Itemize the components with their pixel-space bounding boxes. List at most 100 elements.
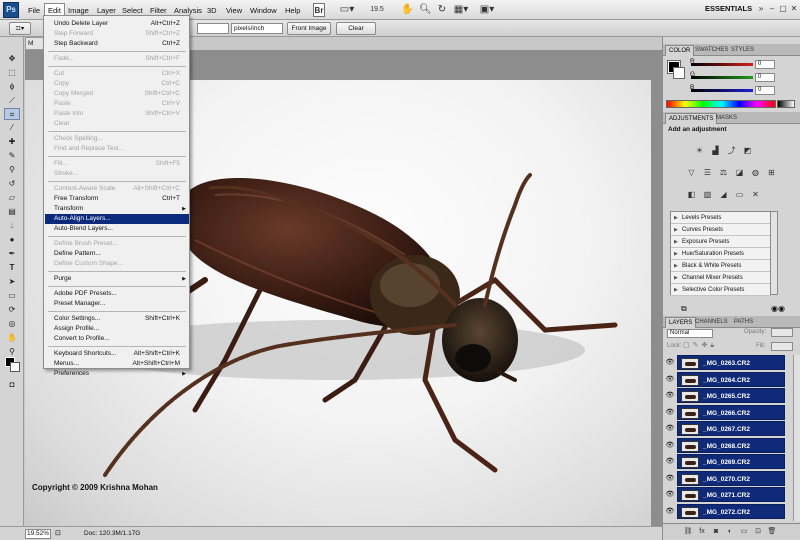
menu-item-find-and-replace-text[interactable]: Find and Replace Text... [45, 144, 189, 154]
layer-item[interactable]: _MG_0266.CR2 [677, 404, 785, 420]
front-image-button[interactable]: Front Image [287, 22, 331, 35]
menu-item-copy[interactable]: Copy Ctrl+C [45, 79, 189, 89]
preset-curves[interactable]: ▶ Curves Presets [671, 224, 771, 236]
menu-item-define-brush-preset[interactable]: Define Brush Preset... [45, 239, 189, 249]
resolution-field[interactable] [197, 23, 229, 34]
photo-filter-icon[interactable]: ◍ [749, 167, 762, 178]
clone-stamp-tool-icon[interactable]: ⚲ [4, 164, 20, 176]
lock-icons[interactable]: ▢✎✥🔒︎ [683, 341, 717, 350]
dodge-tool-icon[interactable]: ● [4, 234, 20, 246]
menu-item-auto-blend-layers[interactable]: Auto-Blend Layers... [45, 224, 189, 234]
opacity-field[interactable] [771, 328, 793, 337]
zoom-level[interactable]: 19.5 [368, 3, 386, 17]
brightness-contrast-icon[interactable]: ☀ [693, 145, 706, 156]
minimize-icon[interactable]: – [767, 3, 777, 15]
menu-item-auto-align-layers[interactable]: Auto-Align Layers... [45, 214, 189, 224]
lasso-tool-icon[interactable]: ϕ [4, 81, 20, 93]
menu-window[interactable]: Window [247, 4, 280, 17]
arrange-icon[interactable]: ▦▾ [452, 3, 470, 17]
tab-masks[interactable]: MASKS [713, 113, 740, 124]
menu-item-paste-into[interactable]: Paste Into Shift+Ctrl+V [45, 109, 189, 119]
gradient-tool-icon[interactable]: ▤ [4, 206, 20, 218]
mini-bridge-icon[interactable]: ▭▾ [337, 3, 357, 17]
background-color-swatch[interactable] [10, 362, 20, 372]
layer-item[interactable]: _MG_0271.CR2 [677, 487, 785, 502]
blend-mode-select[interactable]: Normal [667, 329, 713, 338]
tab-adjustments[interactable]: ADJUSTMENTS [665, 113, 718, 124]
layer-item[interactable]: _MG_0270.CR2 [677, 470, 785, 486]
levels-icon[interactable]: ▟ [709, 145, 722, 156]
visibility-eye-icon[interactable]: 👁︎ [665, 408, 675, 418]
menu-item-menus[interactable]: Menus... Alt+Shift+Ctrl+M [45, 359, 189, 369]
layer-item[interactable]: _MG_0265.CR2 [677, 388, 785, 403]
layer-item[interactable]: _MG_0272.CR2 [677, 503, 785, 519]
path-selection-tool-icon[interactable]: ➤ [4, 276, 20, 288]
menu-view[interactable]: View [223, 4, 245, 17]
tab-swatches[interactable]: SWATCHES [692, 45, 731, 56]
exposure-icon[interactable]: ◩ [741, 145, 754, 156]
menu-item-define-custom-shape[interactable]: Define Custom Shape... [45, 259, 189, 269]
layer-item[interactable]: _MG_0267.CR2 [677, 421, 785, 436]
color-spectrum-bar[interactable] [666, 100, 776, 108]
new-layer-icon[interactable]: ⊡ [753, 527, 763, 537]
layer-row[interactable]: 👁︎ _MG_0269.CR2 [663, 454, 800, 470]
zoom-icon[interactable]: 🔍︎ [419, 3, 432, 17]
black-white-icon[interactable]: ◪ [733, 167, 746, 178]
visibility-eye-icon[interactable]: 👁︎ [665, 358, 675, 368]
crop-tool-icon[interactable]: ⌗ [4, 108, 20, 120]
hand-icon[interactable]: ✋ [401, 3, 413, 17]
menu-item-preset-manager[interactable]: Preset Manager... [45, 299, 189, 309]
bridge-icon[interactable]: Br [313, 3, 325, 17]
layer-row[interactable]: 👁︎ _MG_0265.CR2 [663, 388, 800, 404]
posterize-icon[interactable]: ▨ [701, 189, 714, 200]
layer-row[interactable]: 👁︎ _MG_0271.CR2 [663, 487, 800, 503]
layer-row[interactable]: 👁︎ _MG_0268.CR2 [663, 437, 800, 454]
marquee-tool-icon[interactable]: ⬚ [4, 67, 20, 79]
menu-3d[interactable]: 3D [204, 4, 220, 17]
layer-style-icon[interactable]: fx [697, 527, 707, 537]
document-size-info[interactable]: Doc: 120.3M/1.17G [84, 529, 140, 539]
menu-help[interactable]: Help [282, 4, 303, 17]
zoom-menu-icon[interactable]: ⊡ [55, 529, 61, 537]
green-value[interactable]: 0 [755, 73, 775, 82]
red-value[interactable]: 0 [755, 60, 775, 69]
layer-item[interactable]: _MG_0264.CR2 [677, 371, 785, 387]
visibility-eye-icon[interactable]: 👁︎ [665, 375, 675, 385]
layer-row[interactable]: 👁︎ _MG_0266.CR2 [663, 404, 800, 421]
layer-row[interactable]: 👁︎ _MG_0267.CR2 [663, 421, 800, 437]
menu-item-purge[interactable]: Purge ▶ [45, 274, 189, 284]
menu-item-fade[interactable]: Fade... Shift+Ctrl+F [45, 54, 189, 64]
layer-row[interactable]: 👁︎ _MG_0270.CR2 [663, 470, 800, 487]
panel-options-icon[interactable]: ◉◉ [771, 304, 785, 313]
resolution-unit-select[interactable]: pixels/inch [231, 23, 283, 34]
hand-tool-icon[interactable]: ✋ [4, 332, 20, 344]
3d-rotate-tool-icon[interactable]: ⟳ [4, 304, 20, 316]
preset-channel-mixer[interactable]: ▶ Channel Mixer Presets [671, 272, 771, 284]
menu-item-fill[interactable]: Fill... Shift+F5 [45, 159, 189, 169]
preset-hue-saturation[interactable]: ▶ Hue/Saturation Presets [671, 248, 771, 260]
menu-item-transform[interactable]: Transform ▶ [45, 204, 189, 214]
preset-selective-color[interactable]: ▶ Selective Color Presets [671, 284, 771, 296]
channel-mixer-icon[interactable]: ⊞ [765, 167, 778, 178]
menu-item-preferences[interactable]: Preferences ▶ [45, 369, 189, 379]
menu-file[interactable]: File [25, 4, 43, 17]
zoom-percentage-field[interactable]: 19.52% [25, 529, 51, 539]
vibrance-icon[interactable]: ▽ [685, 167, 698, 178]
3d-orbit-tool-icon[interactable]: ◎ [4, 318, 20, 330]
threshold-icon[interactable]: ◢ [717, 189, 730, 200]
blue-value[interactable]: 0 [755, 86, 775, 95]
menu-item-stroke[interactable]: Stroke... [45, 169, 189, 179]
red-slider[interactable] [691, 63, 753, 66]
visibility-eye-icon[interactable]: 👁︎ [665, 474, 675, 484]
new-group-icon[interactable]: ▭ [739, 527, 749, 537]
history-brush-tool-icon[interactable]: ↺ [4, 178, 20, 190]
tab-paths[interactable]: PATHS [731, 317, 756, 328]
tab-styles[interactable]: STYLES [728, 45, 757, 56]
maximize-icon[interactable]: ▢ [778, 3, 788, 15]
blur-tool-icon[interactable]: 💧︎ [4, 220, 20, 232]
brush-tool-icon[interactable]: ✎ [4, 150, 20, 162]
type-tool-icon[interactable]: T [4, 262, 20, 274]
clip-to-layer-icon[interactable]: ⧉ [681, 304, 687, 314]
menu-item-free-transform[interactable]: Free Transform Ctrl+T [45, 194, 189, 204]
visibility-eye-icon[interactable]: 👁︎ [665, 507, 675, 517]
